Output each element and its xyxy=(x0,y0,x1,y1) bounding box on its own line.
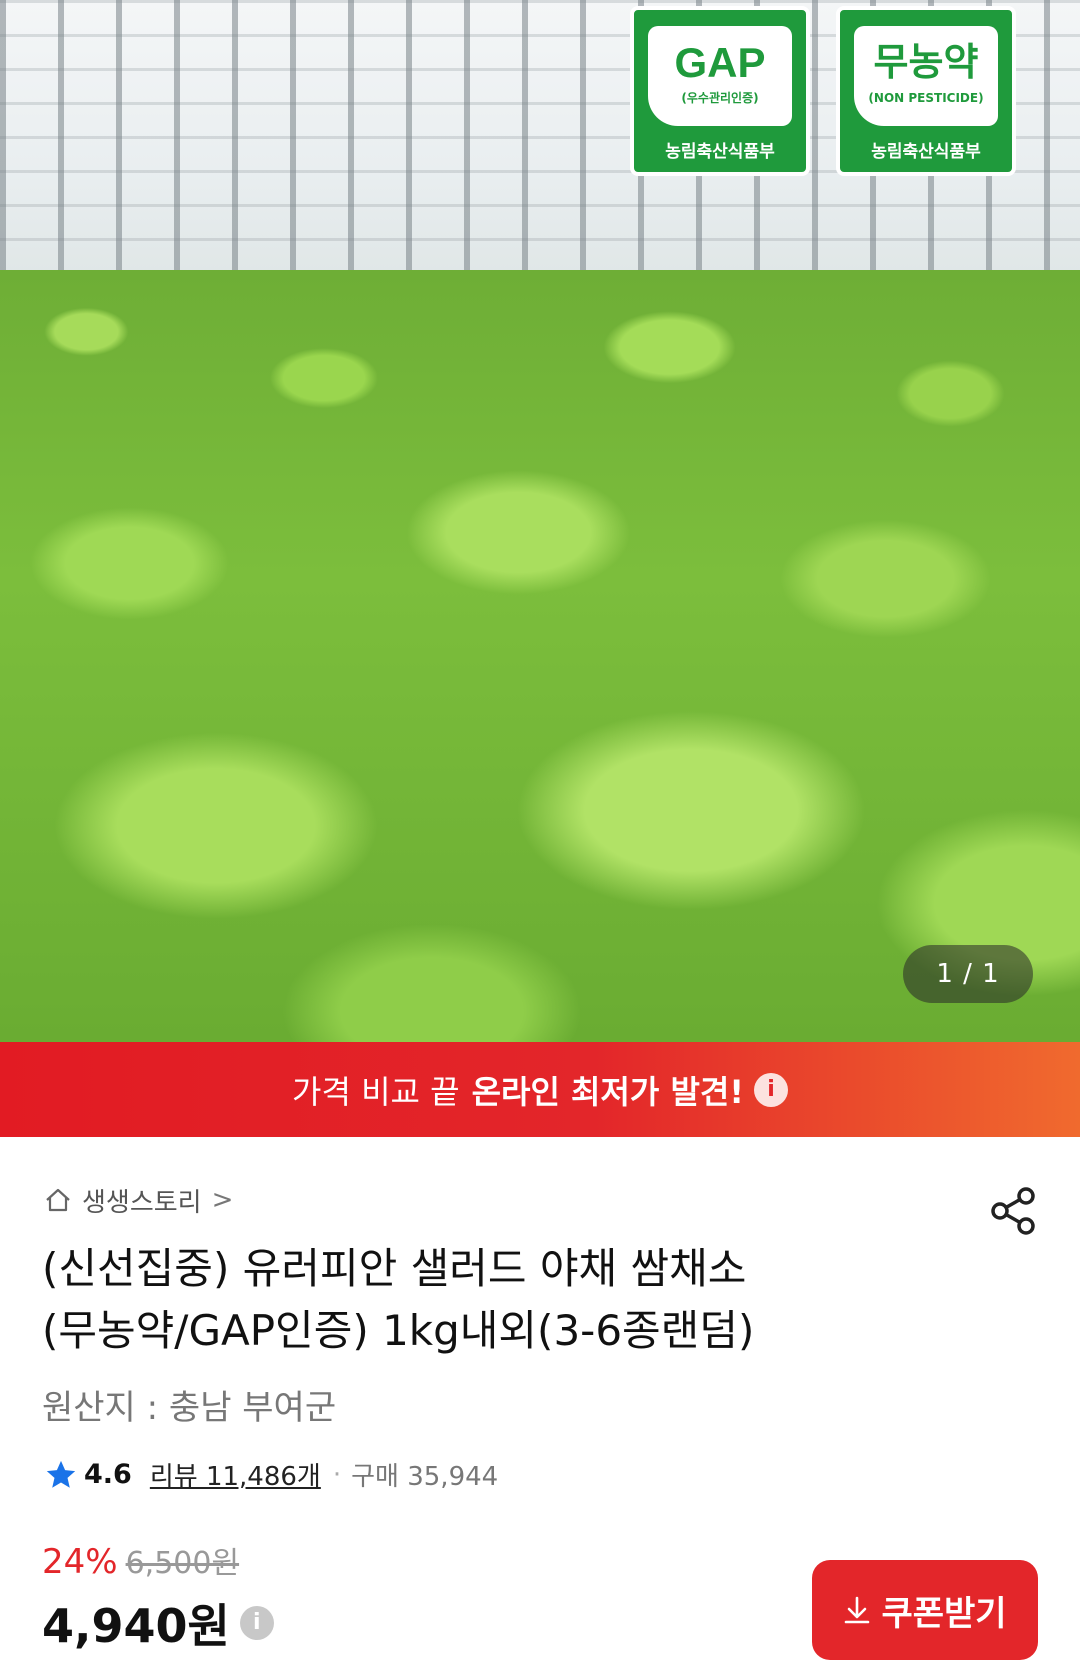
product-title: (신선집중) 유러피안 샐러드 야채 쌈채소 (무농약/GAP인증) 1kg내외… xyxy=(42,1238,1002,1362)
rating-row: 4.6 리뷰 11,486개 · 구매 35,944 xyxy=(44,1456,498,1493)
lettuce-field xyxy=(0,270,1080,1042)
review-count-link[interactable]: 리뷰 11,486개 xyxy=(150,1456,321,1493)
star-icon xyxy=(46,1460,76,1488)
store-link[interactable]: 생생스토리 > xyxy=(44,1182,233,1218)
non-pesticide-badge-subtitle: (NON PESTICIDE) xyxy=(868,91,984,105)
purchase-count: 구매 35,944 xyxy=(351,1462,499,1492)
store-name: 생생스토리 xyxy=(82,1187,202,1218)
get-coupon-button[interactable]: 쿠폰받기 xyxy=(812,1560,1038,1660)
price-row: 4,940원 i xyxy=(42,1590,274,1656)
info-icon[interactable]: i xyxy=(753,1072,788,1107)
download-icon xyxy=(845,1596,870,1624)
product-image[interactable]: GAP (우수관리인증) 농림축산식품부 무농약 (NON PESTICIDE)… xyxy=(0,0,1080,1042)
lowest-price-banner[interactable]: 가격 비교 끝 온라인 최저가 발견! i xyxy=(0,1042,1080,1137)
banner-text-bold: 온라인 최저가 발견! xyxy=(471,1072,744,1111)
chevron-right-icon: > xyxy=(211,1185,234,1215)
original-price: 6,500원 xyxy=(125,1546,240,1581)
get-coupon-label: 쿠폰받기 xyxy=(881,1593,1007,1634)
image-counter: 1 / 1 xyxy=(903,945,1033,1003)
price-info-icon[interactable]: i xyxy=(239,1606,274,1640)
share-icon[interactable] xyxy=(990,1186,1038,1236)
gap-certification-badge: GAP (우수관리인증) 농림축산식품부 xyxy=(630,6,810,176)
product-origin: 원산지 : 충남 부여군 xyxy=(42,1388,337,1428)
discount-rate: 24% xyxy=(42,1542,118,1582)
product-title-line-2: (무농약/GAP인증) 1kg내외(3-6종랜덤) xyxy=(42,1306,755,1355)
discount-row: 24% 6,500원 xyxy=(42,1538,239,1582)
home-icon xyxy=(46,1188,70,1212)
rating-score: 4.6 xyxy=(84,1459,132,1490)
gap-badge-subtitle: (우수관리인증) xyxy=(681,91,759,105)
gap-badge-title: GAP xyxy=(674,39,766,86)
non-pesticide-badge-title: 무농약 xyxy=(873,42,979,84)
banner-text-light: 가격 비교 끝 xyxy=(292,1072,460,1111)
non-pesticide-badge: 무농약 (NON PESTICIDE) 농림축산식품부 xyxy=(836,6,1016,176)
separator-dot: · xyxy=(332,1459,342,1490)
sale-price: 4,940원 xyxy=(42,1599,230,1653)
non-pesticide-badge-issuer: 농림축산식품부 xyxy=(871,142,981,162)
gap-badge-issuer: 농림축산식품부 xyxy=(665,142,775,162)
product-title-line-1: (신선집중) 유러피안 샐러드 야채 쌈채소 xyxy=(42,1244,747,1293)
